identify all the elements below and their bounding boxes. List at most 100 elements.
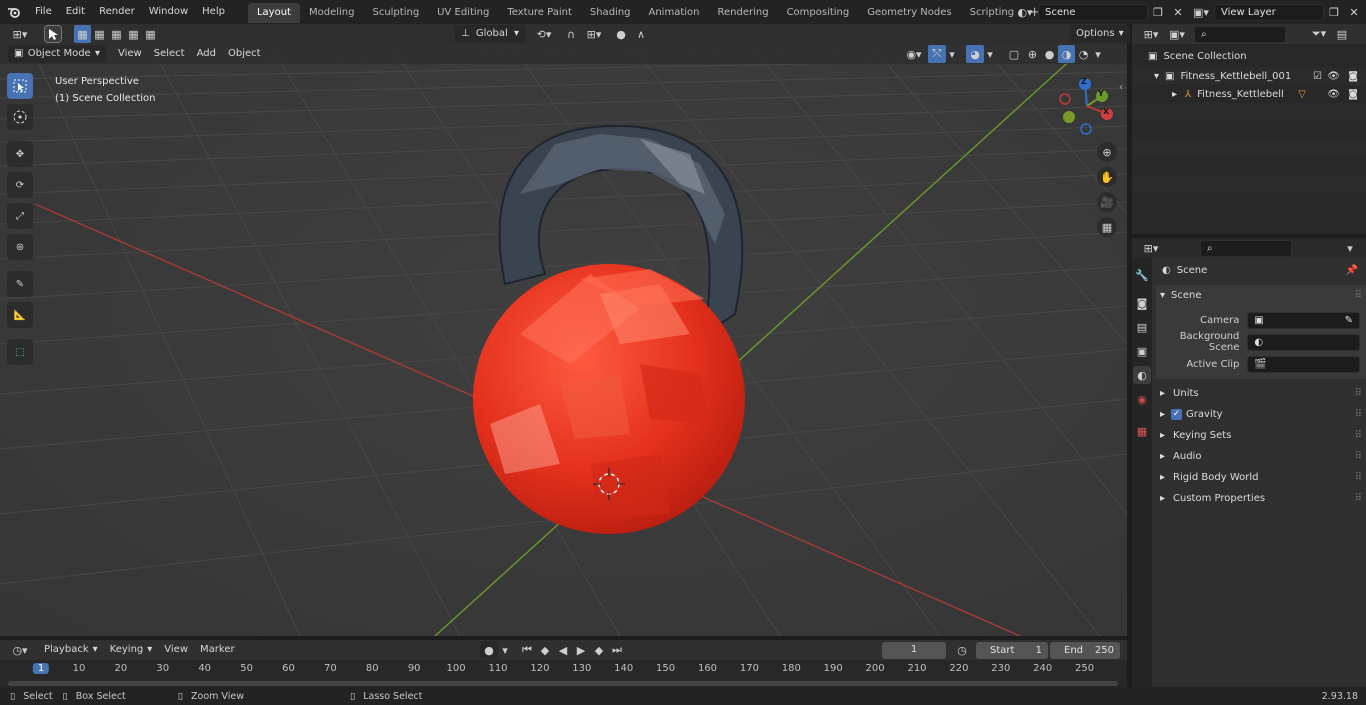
tool-tab-icon[interactable]: 🔧 [1133, 266, 1151, 284]
display-mode-icon[interactable]: ▣▾ [1164, 25, 1190, 43]
annotate-tool-icon[interactable]: ✎ [7, 271, 33, 297]
scene-tab-icon[interactable]: ◐ [1133, 366, 1151, 384]
xray-icon[interactable]: ▢ [1004, 45, 1024, 63]
visibility-icon[interactable]: ◉▾ [900, 45, 928, 63]
gizmo-dropdown-icon[interactable]: ▾ [946, 45, 958, 63]
menu-add[interactable]: Add [191, 45, 222, 63]
keying-sets-panel-header[interactable]: ▸ Keying Sets ⠿ [1156, 425, 1366, 446]
menu-window[interactable]: Window [142, 0, 195, 24]
options-dropdown[interactable]: Options ▾ [1070, 25, 1130, 43]
drag-handle-icon[interactable]: ⠿ [1355, 488, 1362, 509]
drag-handle-icon[interactable]: ⠿ [1355, 404, 1362, 425]
tab-geometry-nodes[interactable]: Geometry Nodes [858, 3, 960, 23]
tab-uv-editing[interactable]: UV Editing [428, 3, 498, 23]
record-icon[interactable]: ● [480, 641, 498, 659]
drag-handle-icon[interactable]: ⠿ [1355, 383, 1362, 404]
stopwatch-icon[interactable]: ◷ [952, 641, 972, 659]
rendered-shading-icon[interactable]: ◔ [1075, 45, 1092, 63]
jump-end-icon[interactable]: ⏭ [608, 641, 626, 659]
end-frame-field[interactable]: End 250 [1050, 641, 1120, 659]
current-frame-field[interactable]: 1 [882, 641, 946, 659]
camera-icon[interactable]: ◙ [1348, 84, 1358, 105]
snap-icon[interactable]: ∩ [561, 25, 581, 43]
keying-dropdown[interactable]: Keying ▾ [104, 641, 159, 659]
tab-layout[interactable]: Layout [247, 3, 300, 23]
pan-hand-icon[interactable]: ✋ [1097, 167, 1117, 187]
tab-modeling[interactable]: Modeling [300, 3, 364, 23]
rigid-body-panel-header[interactable]: ▸ Rigid Body World ⠿ [1156, 467, 1366, 488]
overlays-toggle-icon[interactable]: ◕ [966, 45, 984, 63]
camera-view-icon[interactable]: 🎥 [1097, 192, 1117, 212]
menu-help[interactable]: Help [195, 0, 232, 24]
select-invert-icon[interactable]: ▦ [125, 25, 142, 43]
active-clip-field[interactable]: 🎬 [1247, 355, 1360, 373]
custom-properties-panel-header[interactable]: ▸ Custom Properties ⠿ [1156, 488, 1366, 509]
eyedropper-icon[interactable]: ✎ [1345, 313, 1353, 328]
add-cube-tool-icon[interactable]: ⬚ [7, 339, 33, 365]
pin-icon[interactable]: 📌 [1346, 260, 1358, 281]
editor-type-icon[interactable]: ⊞▾ [6, 25, 34, 43]
view-layer-tab-icon[interactable]: ▣ [1133, 342, 1151, 360]
tab-sculpting[interactable]: Sculpting [363, 3, 428, 23]
menu-object[interactable]: Object [222, 45, 267, 63]
properties-editor-type-icon[interactable]: ⊞▾ [1138, 239, 1164, 257]
gizmo-toggle-icon[interactable]: ⤲ [928, 45, 946, 63]
navigation-gizmo[interactable]: Z Y X [1055, 74, 1120, 139]
drag-handle-icon[interactable]: ⠿ [1355, 467, 1362, 488]
solid-shading-icon[interactable]: ● [1041, 45, 1058, 63]
wireframe-shading-icon[interactable]: ⊕ [1024, 45, 1041, 63]
play-icon[interactable]: ▶ [572, 641, 590, 659]
select-tool-icon[interactable] [44, 25, 62, 43]
material-shading-icon[interactable]: ◑ [1058, 45, 1075, 63]
new-view-layer-icon[interactable]: ❐ [1324, 3, 1344, 21]
outliner-editor-type-icon[interactable]: ⊞▾ [1138, 25, 1164, 43]
texture-tab-icon[interactable]: ▦ [1133, 422, 1151, 440]
perspective-toggle-icon[interactable]: ▦ [1097, 217, 1117, 237]
properties-search-input[interactable]: ⌕ [1200, 239, 1292, 257]
drag-handle-icon[interactable]: ⠿ [1355, 285, 1362, 306]
background-scene-field[interactable]: ◐ [1247, 333, 1360, 351]
overlays-dropdown-icon[interactable]: ▾ [984, 45, 996, 63]
prev-keyframe-icon[interactable]: ◆ [536, 641, 554, 659]
start-frame-field[interactable]: Start 1 [976, 641, 1048, 659]
timeline-scrollbar[interactable] [8, 681, 1118, 686]
new-collection-icon[interactable]: ▤ [1332, 25, 1352, 43]
rotate-tool-icon[interactable]: ⟳ [7, 172, 33, 198]
scene-icon[interactable]: ◐▾ [1012, 3, 1038, 21]
sidebar-toggle-icon[interactable]: ‹ [1119, 82, 1123, 93]
properties-options-icon[interactable]: ▾ [1340, 239, 1360, 257]
blender-logo-icon[interactable] [0, 3, 28, 21]
jump-start-icon[interactable]: ⏮ [518, 641, 536, 659]
next-keyframe-icon[interactable]: ◆ [590, 641, 608, 659]
mode-dropdown[interactable]: ▣ Object Mode ▾ [8, 45, 106, 63]
scale-tool-icon[interactable]: ⤢ [7, 203, 33, 229]
outliner-item-collection[interactable]: ▾ ▣ Fitness_Kettlebell_001 ☑ 👁 ◙ [1132, 67, 1366, 85]
view-layer-field[interactable]: View Layer [1214, 3, 1324, 21]
camera-field[interactable]: ▣ ✎ [1247, 311, 1360, 329]
new-scene-icon[interactable]: ❐ [1148, 3, 1168, 21]
transform-orientation[interactable]: ⊥ Global ▾ [455, 25, 525, 43]
select-subtract-icon[interactable]: ▦ [108, 25, 125, 43]
scene-name-field[interactable]: Scene [1038, 3, 1148, 21]
transform-tool-icon[interactable]: ⊛ [7, 234, 33, 260]
play-reverse-icon[interactable]: ◀ [554, 641, 572, 659]
timeline-menu-view[interactable]: View [158, 641, 194, 659]
tab-animation[interactable]: Animation [640, 3, 709, 23]
frame-ruler[interactable]: 1 10 20 30 40 50 60 70 80 90 100 110 120 130 140 150 160… [0, 661, 1127, 687]
tab-texture-paint[interactable]: Texture Paint [498, 3, 581, 23]
filter-icon[interactable]: ⏷▾ [1306, 25, 1332, 43]
auto-key-dropdown-icon[interactable]: ▾ [498, 641, 512, 659]
drag-handle-icon[interactable]: ⠿ [1355, 446, 1362, 467]
shading-dropdown-icon[interactable]: ▾ [1092, 45, 1104, 63]
current-frame-marker[interactable]: 1 [32, 663, 50, 674]
cursor-tool-icon[interactable] [7, 104, 33, 130]
outliner-item-object[interactable]: ▸ ⅄ Fitness_Kettlebell ▽ 👁 ◙ [1132, 85, 1366, 103]
select-new-icon[interactable]: ▦ [74, 25, 91, 43]
menu-file[interactable]: File [28, 0, 59, 24]
gravity-checkbox[interactable]: ✓ [1171, 409, 1183, 420]
audio-panel-header[interactable]: ▸ Audio ⠿ [1156, 446, 1366, 467]
proportional-editing-icon[interactable]: ● [611, 25, 631, 43]
world-tab-icon[interactable]: ◉ [1133, 390, 1151, 408]
scene-panel-header[interactable]: ▾ Scene ⠿ [1156, 285, 1366, 306]
view-layer-icon[interactable]: ▣▾ [1188, 3, 1214, 21]
